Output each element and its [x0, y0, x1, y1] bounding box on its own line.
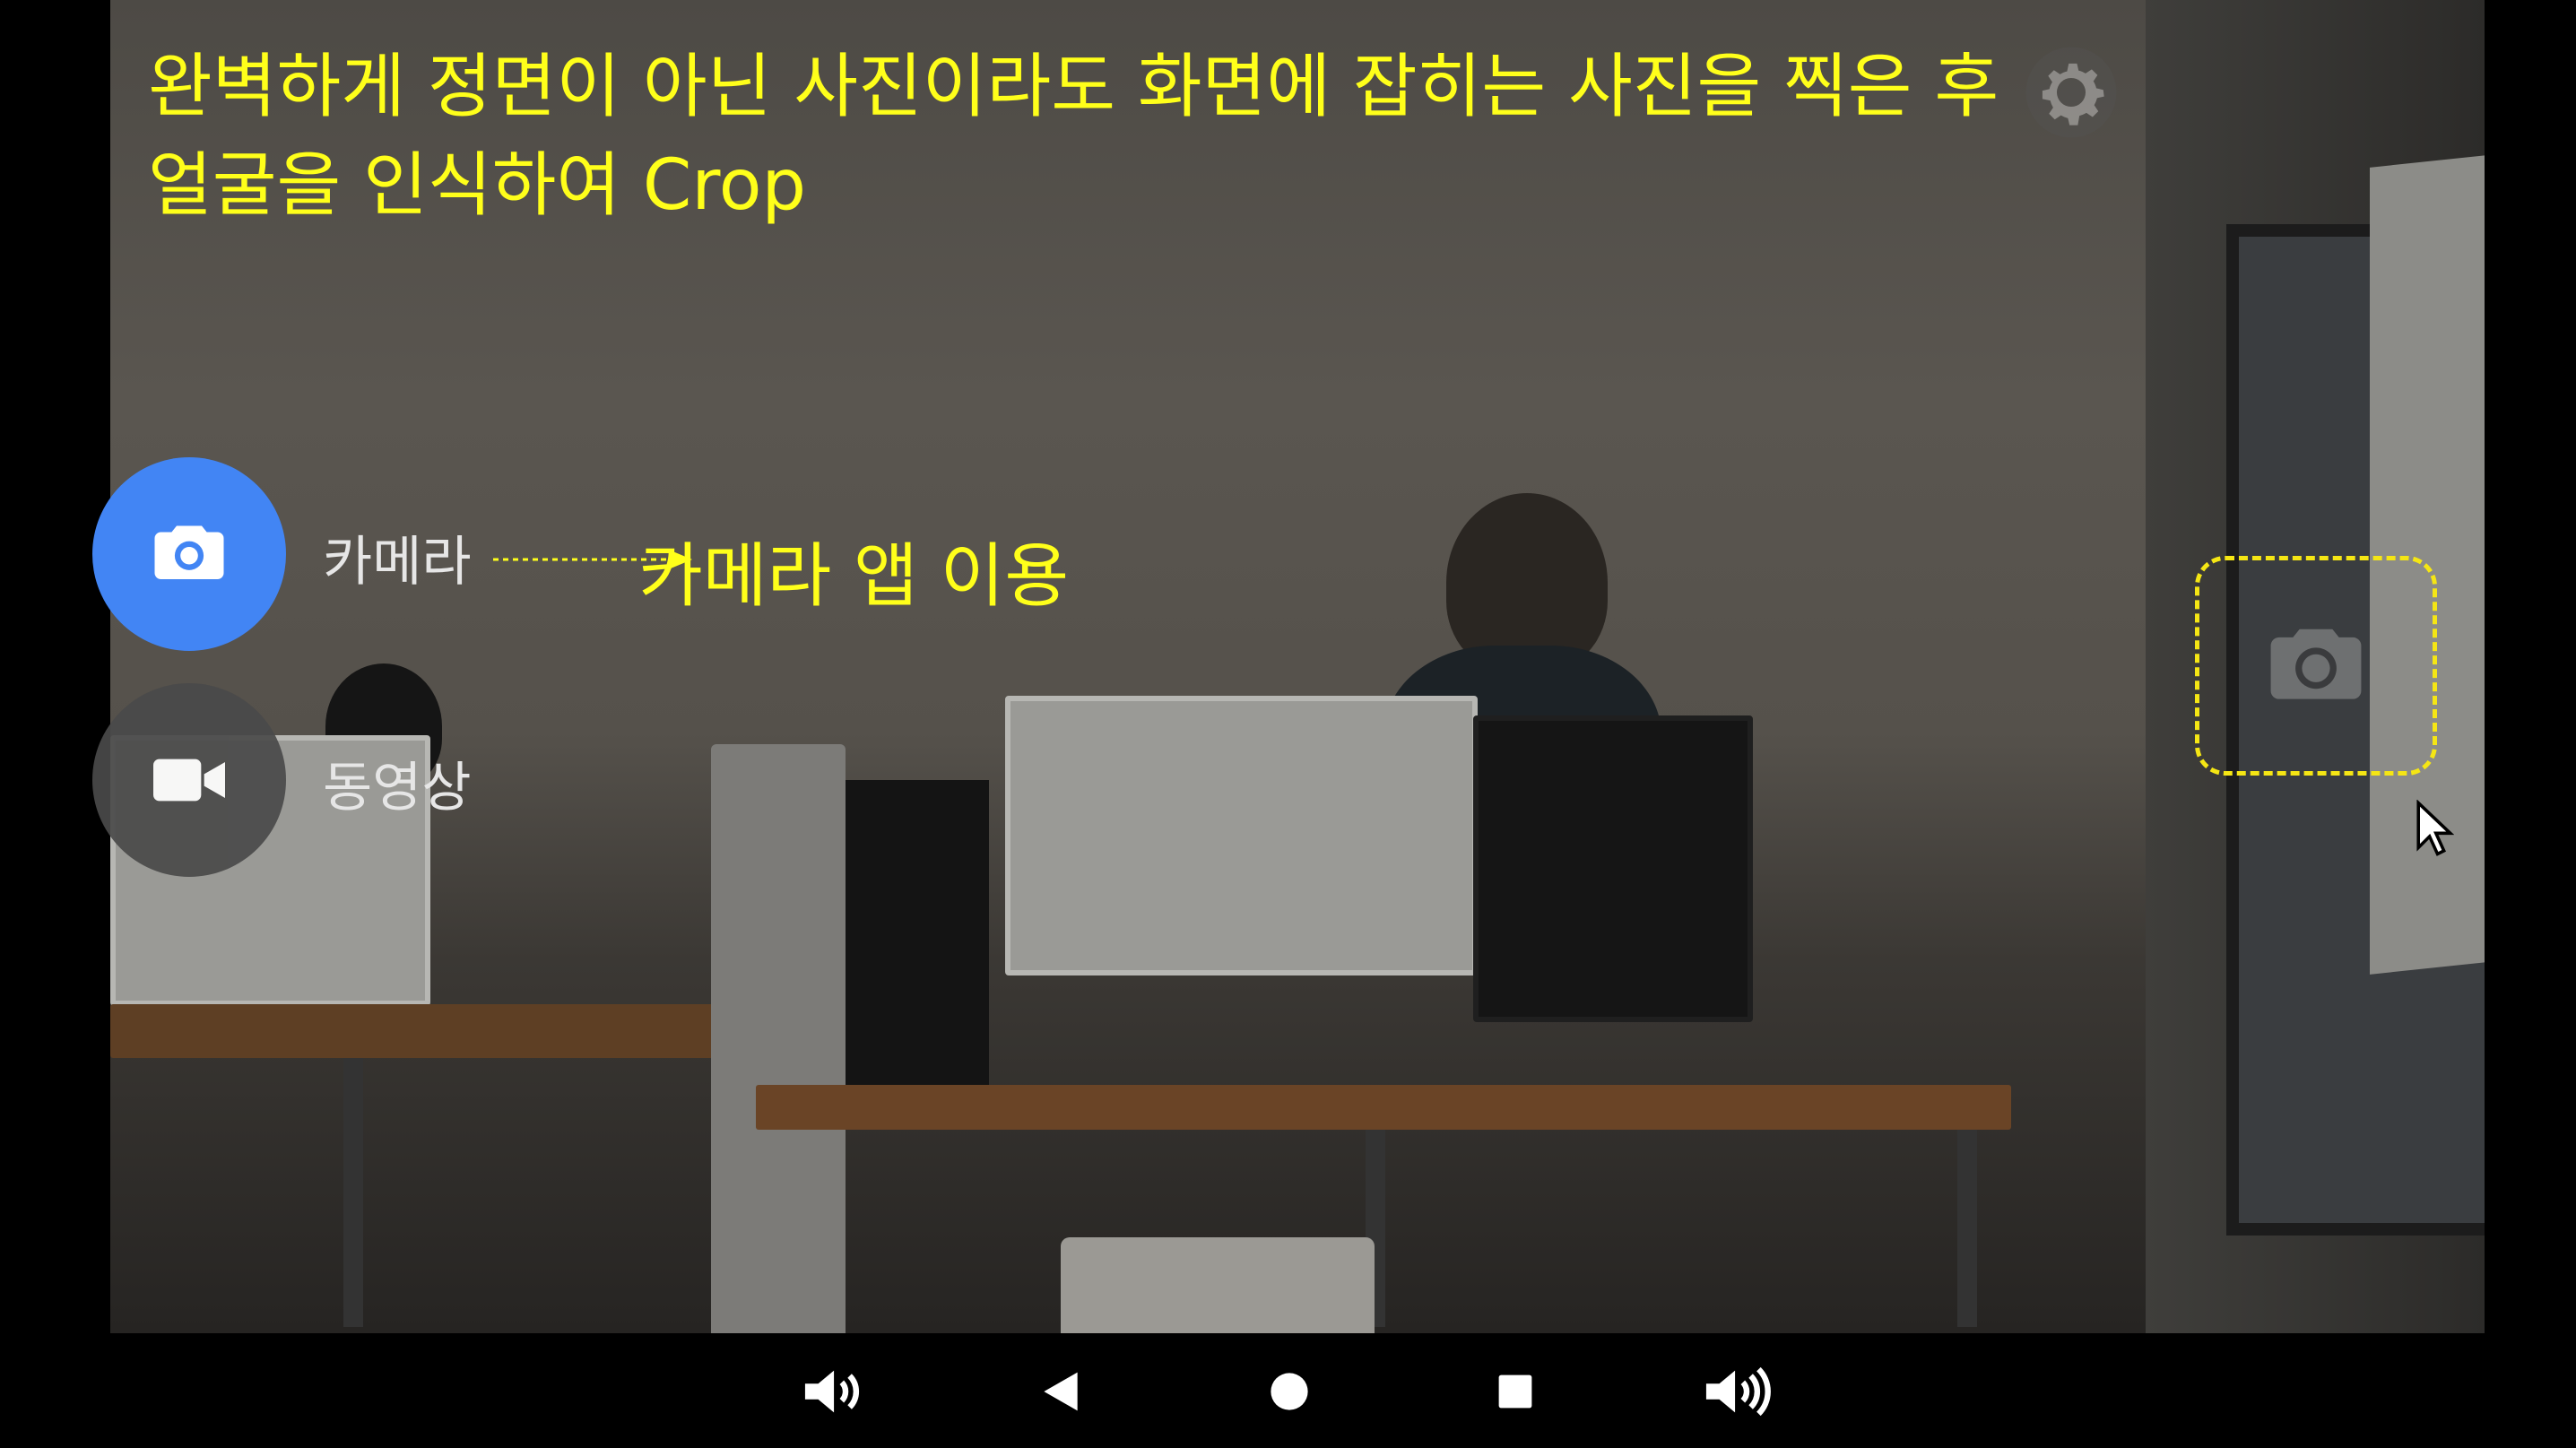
caption-line-2: 얼굴을 인식하여 Crop — [148, 145, 806, 226]
android-screen: 완벽하게 정면이 아닌 사진이라도 화면에 잡히는 사진을 찍은 후 얼굴을 인… — [0, 0, 2576, 1448]
gear-icon[interactable] — [2022, 43, 2121, 142]
volume-up-icon — [1705, 1366, 1771, 1417]
desk-left-leg — [343, 1058, 363, 1327]
camera-shutter-icon[interactable] — [2267, 625, 2365, 707]
desk-center — [756, 1085, 2011, 1130]
caption-text: 완벽하게 정면이 아닌 사진이라도 화면에 잡히는 사진을 찍은 후 얼굴을 인… — [148, 38, 1999, 235]
home-circle-icon — [1271, 1373, 1308, 1410]
camera-icon — [154, 525, 224, 579]
annotation-label: 카메라 앱 이용 — [638, 536, 1070, 617]
video-mode-button[interactable] — [92, 683, 286, 877]
desk-left — [110, 1004, 720, 1058]
volume-down-button[interactable] — [802, 1365, 871, 1418]
back-button[interactable] — [1027, 1365, 1095, 1418]
monitor-center — [1005, 696, 1478, 975]
video-mode-label[interactable]: 동영상 — [323, 744, 472, 822]
home-button[interactable] — [1255, 1365, 1323, 1418]
recents-square-icon — [1498, 1374, 1532, 1409]
recents-button[interactable] — [1481, 1365, 1549, 1418]
partition-left — [711, 744, 846, 1333]
volume-up-button[interactable] — [1704, 1365, 1772, 1418]
camera-mode-button[interactable] — [92, 457, 286, 651]
video-camera-icon — [153, 759, 225, 802]
monitor-right — [1473, 715, 1753, 1022]
floor-box — [1061, 1237, 1375, 1333]
shutter-highlight-box — [2195, 556, 2437, 776]
back-triangle-icon — [1044, 1372, 1078, 1411]
desk-right-leg — [1957, 1130, 1977, 1327]
mouse-pointer-icon — [2416, 800, 2454, 856]
camera-mode-label[interactable]: 카메라 — [323, 518, 472, 596]
pc-tower — [846, 780, 989, 1085]
volume-down-icon — [804, 1370, 860, 1413]
caption-line-1: 완벽하게 정면이 아닌 사진이라도 화면에 잡히는 사진을 찍은 후 — [148, 47, 1999, 127]
